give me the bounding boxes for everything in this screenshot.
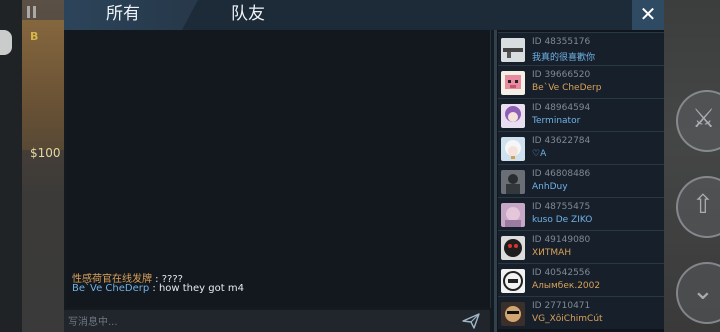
avatar [501,170,525,194]
bomb-site-label: B [30,30,39,43]
avatar [501,269,525,293]
avatar [501,38,525,62]
player-name: AnhDuy [532,182,568,192]
player-name: Be`Ve CheDerp [532,83,602,93]
tab-all[interactable]: 所有 [64,0,198,30]
chat-panel: 所有 队友 ✕ 性感荷官在线发牌 : ???? Be`Ve CheDerp : … [64,0,664,332]
avatar [501,71,525,95]
player-row[interactable]: ID 48355176 我真的很喜歡你 [498,32,664,65]
tab-team[interactable]: 队友 [198,0,298,30]
player-name: ♡A [532,149,547,159]
player-id: ID 46808486 [532,169,591,179]
player-id: ID 39666520 [532,70,591,80]
player-row[interactable]: ID 39666520 Be`Ve CheDerp [498,65,664,98]
chat-input-bar [64,310,490,332]
avatar [501,236,525,260]
player-id: ID 48755475 [532,202,591,212]
player-name: ХИТМАН [532,248,572,258]
chat-tabs: 所有 队友 ✕ [64,0,664,30]
player-list-scrollbar[interactable] [494,30,497,332]
avatar [501,104,525,128]
arrow-up-icon: ⇧ [692,190,714,220]
chat-message: Be`Ve CheDerp : how they got m4 [72,283,244,294]
melee-button[interactable]: ⚔ [676,90,720,152]
jump-button[interactable]: ⇧ [676,176,720,238]
avatar [501,137,525,161]
chat-message-area: 性感荷官在线发牌 : ???? Be`Ve CheDerp : how they… [66,30,491,308]
message-sender: Be`Ve CheDerp [72,283,150,294]
player-id: ID 40542556 [532,268,591,278]
money-readout: $100 [30,146,61,160]
crouch-button[interactable]: ⌄ [676,262,720,324]
player-id: ID 49149080 [532,235,591,245]
game-background-left: B $100 [0,0,64,332]
pause-icon[interactable] [26,6,38,18]
knife-icon: ⚔ [692,104,716,134]
player-name: VG_XôiChimCút [532,314,603,324]
close-button[interactable]: ✕ [632,0,664,30]
player-row[interactable]: ID 48755475 kuso De ZIKO [498,197,664,230]
chevron-down-icon: ⌄ [692,276,714,306]
player-id: ID 43622784 [532,136,591,146]
game-background-right: ⚔ ⇧ ⌄ [664,0,720,332]
player-row[interactable]: ID 43622784 ♡A [498,131,664,164]
player-id: ID 27710471 [532,301,591,311]
player-id: ID 48355176 [532,37,591,47]
player-row[interactable]: ID 49149080 ХИТМАН [498,230,664,263]
wall-texture [22,20,64,150]
avatar [501,302,525,326]
left-highlight [0,30,12,55]
message-separator: : [149,283,159,294]
chat-input[interactable] [66,313,450,331]
player-name: 我真的很喜歡你 [532,53,596,63]
player-row[interactable]: ID 46808486 AnhDuy [498,164,664,197]
player-name: Terminator [532,116,581,126]
player-id: ID 48964594 [532,103,591,113]
player-name: kuso De ZIKO [532,215,593,225]
avatar [501,203,525,227]
player-row[interactable]: ID 40542556 Алымбек.2002 [498,263,664,296]
player-name: Алымбек.2002 [532,281,601,291]
message-text: how they got m4 [158,283,244,294]
send-icon[interactable] [462,313,480,329]
player-row[interactable]: ID 48964594 Terminator [498,98,664,131]
player-row[interactable]: ID 27710471 VG_XôiChimCút [498,296,664,329]
player-list: ID 48355176 我真的很喜歡你 ID 39666520 Be`Ve Ch… [494,30,664,332]
